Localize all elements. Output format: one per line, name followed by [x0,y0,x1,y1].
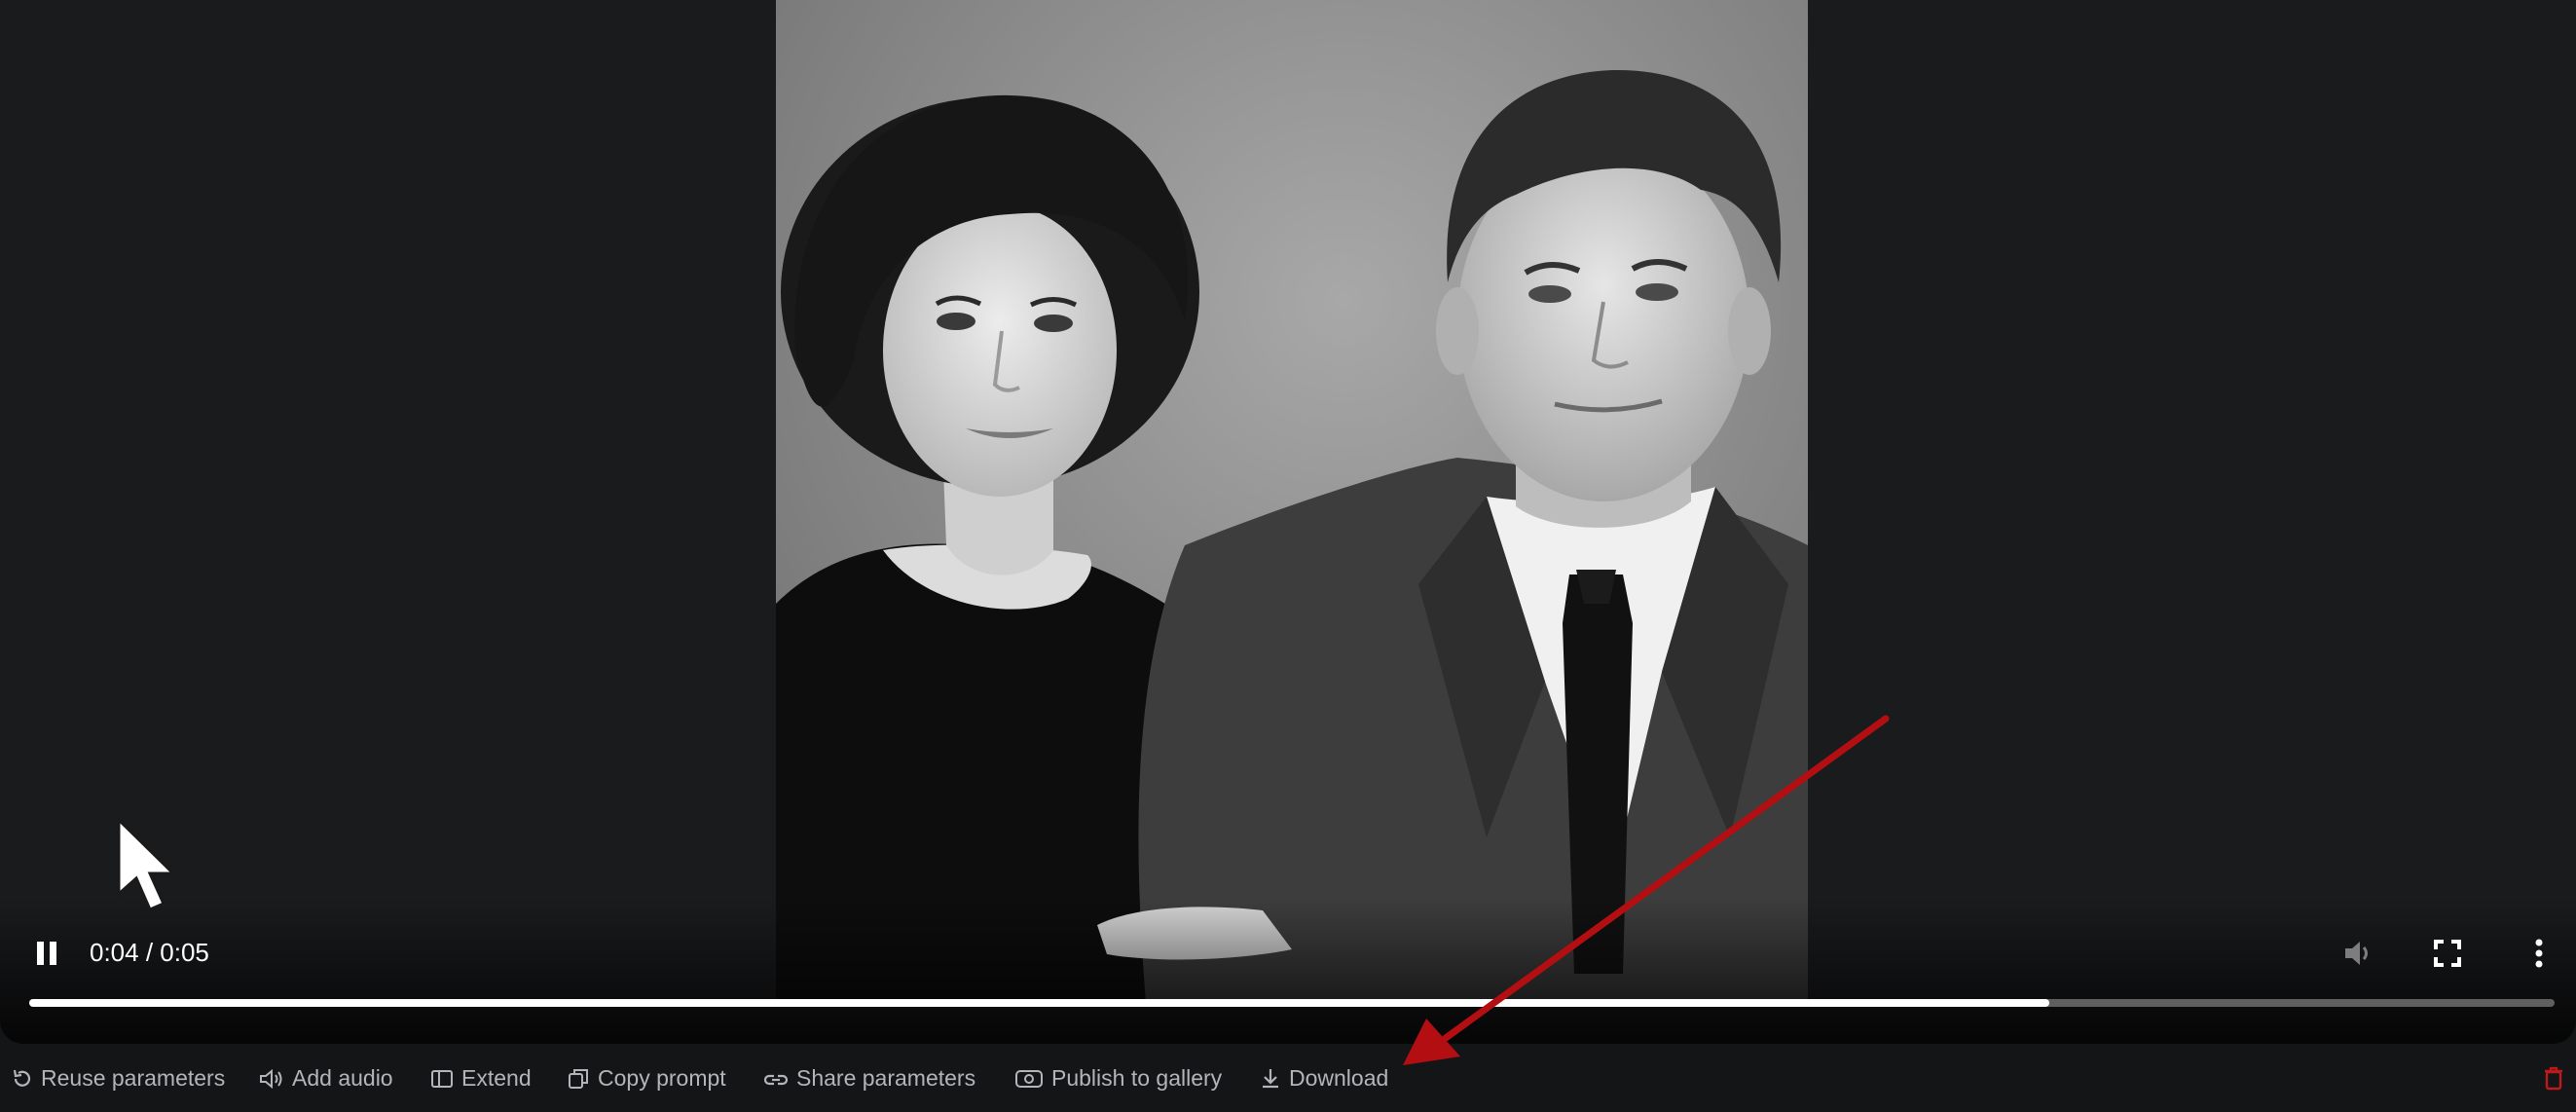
add-audio-label: Add audio [292,1065,393,1091]
video-frame[interactable] [776,0,1808,1003]
copy-prompt-label: Copy prompt [598,1065,726,1091]
copy-icon [569,1068,588,1089]
add-audio-button[interactable]: Add audio [259,1065,393,1092]
publish-to-gallery-button[interactable]: Publish to gallery [1014,1065,1222,1092]
video-controls: 0:04 / 0:05 [0,930,2576,979]
extend-label: Extend [461,1065,532,1091]
link-icon [763,1074,789,1085]
mouse-cursor-icon [117,818,177,911]
volume-icon [2345,942,2368,965]
trash-icon [2545,1066,2562,1091]
fullscreen-button[interactable] [2430,936,2465,971]
video-still-image [776,0,1808,1003]
progress-bar[interactable] [29,999,2555,1007]
extend-icon [431,1069,453,1088]
download-icon [1263,1068,1278,1088]
share-parameters-label: Share parameters [796,1065,976,1091]
download-label: Download [1289,1065,1389,1091]
progress-played [29,999,2050,1007]
time-display: 0:04 / 0:05 [90,938,209,967]
reuse-parameters-label: Reuse parameters [41,1065,226,1091]
reuse-parameters-button[interactable]: Reuse parameters [12,1065,225,1092]
action-toolbar: Reuse parameters Add audio Extend Copy p… [0,1057,2576,1106]
video-player[interactable]: 0:04 / 0:05 [0,0,2576,1044]
pause-icon [37,942,56,965]
volume-button[interactable] [2340,936,2375,971]
pause-button[interactable] [29,936,64,971]
refresh-icon [13,1069,31,1087]
delete-button[interactable] [2543,1065,2564,1091]
fullscreen-icon [2434,940,2461,967]
gallery-icon [1015,1069,1043,1088]
speaker-icon [260,1068,282,1089]
more-options-button[interactable] [2521,936,2557,971]
more-vertical-icon [2535,939,2543,968]
share-parameters-button[interactable]: Share parameters [763,1065,975,1092]
publish-to-gallery-label: Publish to gallery [1051,1065,1223,1091]
download-button[interactable]: Download [1260,1065,1388,1092]
copy-prompt-button[interactable]: Copy prompt [567,1065,726,1092]
extend-button[interactable]: Extend [430,1065,532,1092]
